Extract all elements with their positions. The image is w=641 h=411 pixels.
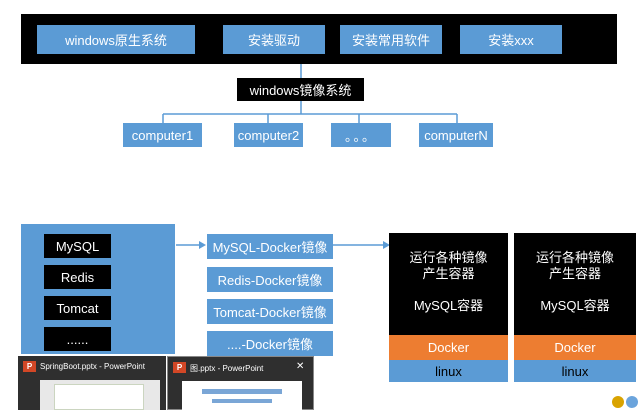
software-more: ...... xyxy=(44,327,111,351)
computer-n-box: computerN xyxy=(419,123,493,147)
host-2-line2: 产生容器 xyxy=(548,266,601,281)
host-2-line1: 运行各种镜像 xyxy=(535,250,614,265)
thumbnail-preview xyxy=(40,380,160,410)
host-2-container-label: MySQL容器 xyxy=(540,298,610,313)
thumbnail-preview xyxy=(182,381,302,411)
powerpoint-icon: P xyxy=(23,361,36,372)
thumbnail-title: SpringBoot.pptx - PowerPoint xyxy=(40,362,145,371)
software-mysql: MySQL xyxy=(44,234,111,258)
powerpoint-icon: P xyxy=(173,362,186,373)
windows-image-label: windows镜像系统 xyxy=(237,78,364,101)
preview-content xyxy=(54,384,144,410)
other-docker-image: ....-Docker镜像 xyxy=(207,331,333,356)
redis-docker-image: Redis-Docker镜像 xyxy=(207,267,333,292)
mysql-docker-image: MySQL-Docker镜像 xyxy=(207,234,333,259)
preview-bar xyxy=(202,389,282,394)
tomcat-docker-image: Tomcat-Docker镜像 xyxy=(207,299,333,324)
host-2-linux: linux xyxy=(514,360,636,382)
tray-icon[interactable] xyxy=(612,396,624,408)
host-1-container-label: MySQL容器 xyxy=(413,298,484,313)
taskbar-thumbnail-tu[interactable]: P 图.pptx - PowerPoint ✕ xyxy=(167,356,314,411)
computer-2-box: computer2 xyxy=(234,123,303,147)
computer-1-box: computer1 xyxy=(123,123,202,147)
software-redis: Redis xyxy=(44,265,111,289)
host-1-line2: 产生容器 xyxy=(422,266,475,281)
software-tomcat: Tomcat xyxy=(44,296,111,320)
host-1-line1: 运行各种镜像 xyxy=(409,250,488,265)
taskbar-thumbnail-springboot[interactable]: P SpringBoot.pptx - PowerPoint xyxy=(18,356,166,410)
host-1-docker: Docker xyxy=(389,335,508,360)
tray-icon[interactable] xyxy=(626,396,638,408)
host-2-docker: Docker xyxy=(514,335,636,360)
thumbnail-title: 图.pptx - PowerPoint xyxy=(190,364,264,373)
host-2-containers: 运行各种镜像 产生容器 MySQL容器 xyxy=(514,233,636,335)
host-1-linux: linux xyxy=(389,360,508,382)
preview-bar xyxy=(212,399,272,403)
computer-ellipsis-box: 。。。 xyxy=(331,123,391,147)
close-icon[interactable]: ✕ xyxy=(296,361,304,372)
host-1-containers: 运行各种镜像 产生容器 MySQL容器 xyxy=(389,233,508,335)
